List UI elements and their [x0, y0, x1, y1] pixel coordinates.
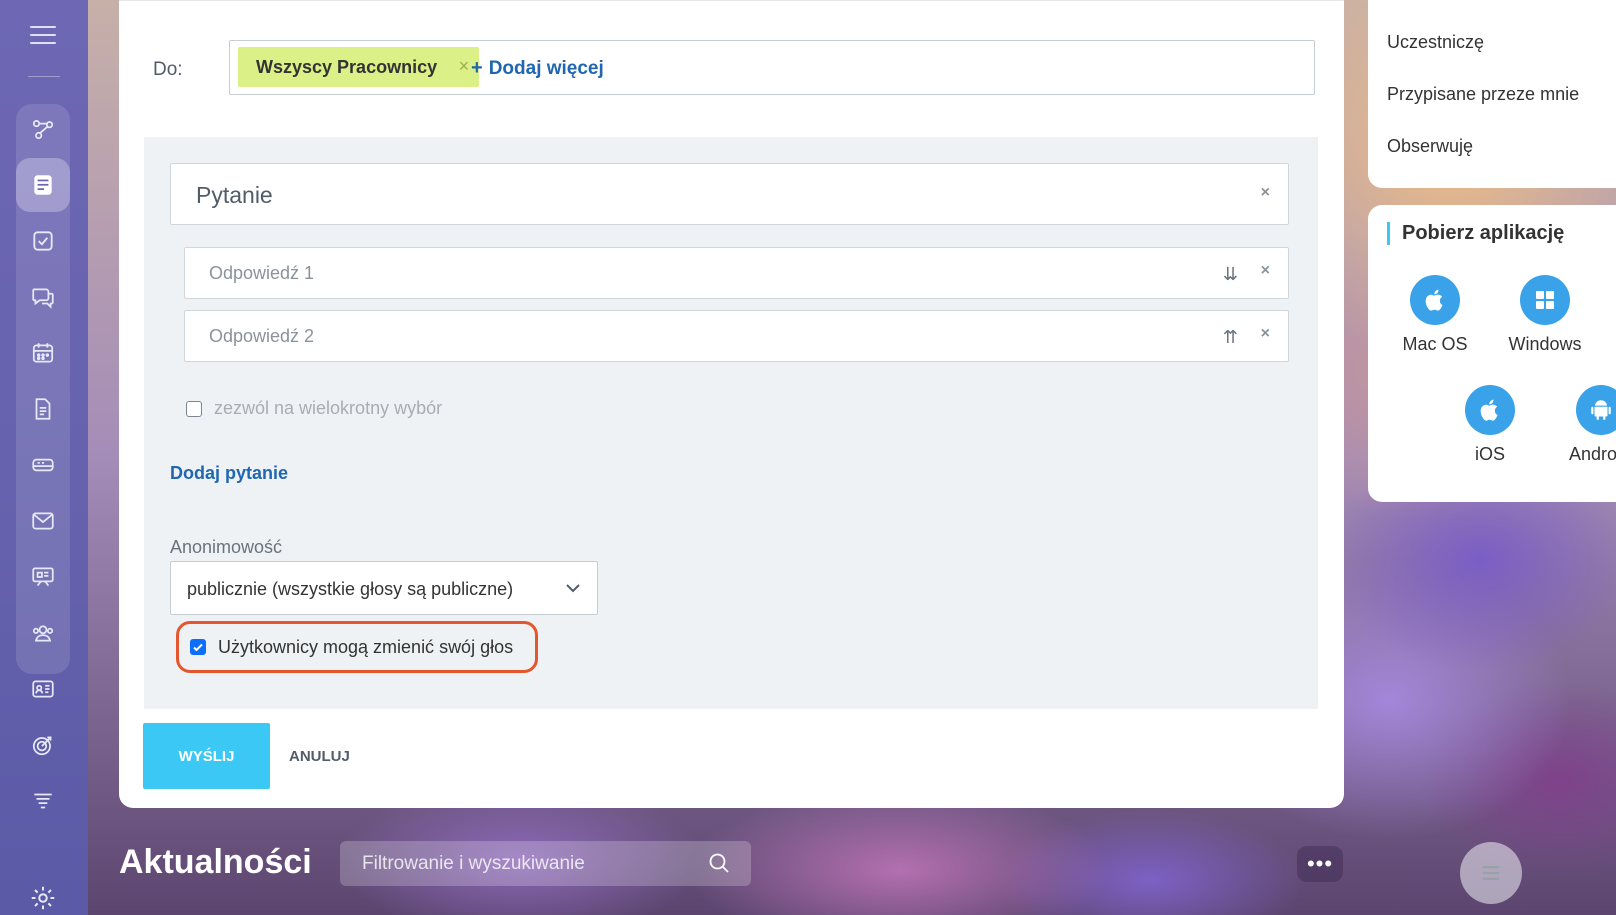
filter-following[interactable]: Obserwuję [1387, 136, 1473, 157]
remove-answer-icon[interactable]: × [1261, 262, 1270, 280]
drive-icon [32, 458, 54, 472]
question-placeholder: Pytanie [196, 182, 273, 208]
anonymity-value: publicznie (wszystkie głosy są publiczne… [187, 579, 514, 599]
app-macos[interactable]: Mac OS [1385, 275, 1485, 355]
poll-editor: Pytanie × Odpowiedź 1 ⇊ × Odpowiedź 2 ⇈ … [144, 137, 1318, 709]
document-icon [35, 398, 51, 420]
checkmark-icon [193, 643, 203, 652]
apps-title: Pobierz aplikację [1387, 222, 1564, 245]
change-vote-checkbox[interactable] [190, 639, 206, 655]
remove-question-icon[interactable]: × [1261, 184, 1270, 202]
task-filters-widget: Uczestniczę Przypisane przeze mnie Obser… [1368, 0, 1616, 188]
chip-remove-icon[interactable]: × [459, 56, 470, 77]
target-icon [32, 736, 52, 756]
search-icon[interactable] [707, 851, 731, 875]
sidebar-item-calendar[interactable] [16, 326, 70, 380]
app-windows[interactable]: Windows [1495, 275, 1595, 355]
more-options-button[interactable]: ••• [1297, 846, 1343, 882]
sidebar-item-board[interactable] [16, 550, 70, 604]
answer-field-1[interactable]: Odpowiedź 1 ⇊ × [184, 247, 1289, 299]
anonymity-select[interactable]: publicznie (wszystkie głosy są publiczne… [170, 561, 598, 615]
apple-icon [1465, 385, 1515, 435]
app-label: iOS [1474, 444, 1505, 464]
add-more-label: Dodaj więcej [488, 58, 604, 79]
recipient-chip[interactable]: Wszyscy Pracownicy × [238, 47, 480, 87]
app-android[interactable]: Android [1551, 385, 1616, 465]
multi-choice-option[interactable]: zezwól na wielokrotny wybór [186, 398, 442, 419]
news-icon [34, 175, 52, 195]
android-icon [1576, 385, 1616, 435]
remove-answer-icon[interactable]: × [1261, 325, 1270, 343]
flow-icon [32, 120, 54, 140]
sidebar-item-mail[interactable] [16, 494, 70, 548]
download-apps-widget: Pobierz aplikację Mac OS Windows iOS And… [1368, 205, 1616, 502]
change-vote-label: Użytkownicy mogą zmienić swój głos [218, 636, 514, 657]
send-button[interactable]: WYŚLIJ [143, 723, 270, 789]
change-vote-option[interactable]: Użytkownicy mogą zmienić swój głos [176, 621, 538, 673]
move-up-icon[interactable]: ⇈ [1223, 327, 1238, 348]
app-ios[interactable]: iOS [1440, 385, 1540, 465]
sidebar-item-docs[interactable] [16, 382, 70, 436]
multi-choice-label: zezwól na wielokrotny wybór [214, 398, 443, 418]
sidebar-item-goals[interactable] [16, 718, 70, 772]
menu-icon[interactable] [30, 26, 56, 48]
plus-icon: + [471, 57, 483, 79]
windows-icon [1520, 275, 1570, 325]
answer-placeholder: Odpowiedź 2 [209, 326, 315, 346]
multi-choice-checkbox[interactable] [186, 400, 202, 417]
mail-icon [32, 512, 54, 530]
recipient-chip-label: Wszyscy Pracownicy [256, 56, 438, 77]
task-check-icon [33, 231, 53, 251]
app-label: Android [1569, 444, 1616, 464]
chat-icon [32, 288, 54, 309]
sidebar-item-crm[interactable] [16, 662, 70, 716]
search-input[interactable] [362, 851, 692, 877]
answer-field-2[interactable]: Odpowiedź 2 ⇈ × [184, 310, 1289, 362]
list-icon [1482, 866, 1500, 880]
presentation-icon [32, 567, 54, 587]
calendar-icon [32, 343, 54, 363]
apple-icon [1410, 275, 1460, 325]
search-box[interactable] [340, 841, 751, 886]
contact-card-icon [32, 680, 54, 698]
sidebar-item-chat[interactable] [16, 270, 70, 324]
sidebar-item-filters[interactable] [16, 774, 70, 828]
feed-menu-button[interactable] [1460, 842, 1522, 904]
anonymity-label: Anonimowość [170, 537, 283, 557]
sidebar-item-employees[interactable] [16, 606, 70, 660]
app-label: Windows [1508, 334, 1582, 354]
cancel-button[interactable]: ANULUJ [289, 748, 350, 765]
answer-placeholder: Odpowiedź 1 [209, 263, 315, 283]
sidebar-item-flow[interactable] [16, 102, 70, 156]
sidebar-item-drive[interactable] [16, 438, 70, 492]
users-icon [32, 625, 54, 642]
question-field[interactable]: Pytanie × [170, 163, 1289, 225]
page-title: Aktualności [119, 843, 312, 881]
move-down-icon[interactable]: ⇊ [1223, 264, 1238, 285]
chevron-down-icon [566, 584, 580, 593]
funnel-stack-icon [34, 793, 52, 809]
app-label: Mac OS [1402, 334, 1468, 354]
left-sidebar [0, 0, 88, 915]
recipients-field[interactable]: Wszyscy Pracownicy × + Dodaj więcej [229, 40, 1315, 95]
poll-form-panel: Do: Wszyscy Pracownicy × + Dodaj więcej P… [119, 0, 1344, 808]
to-label: Do: [153, 59, 183, 80]
sidebar-item-tasks[interactable] [16, 214, 70, 268]
filter-assigned-by-me[interactable]: Przypisane przeze mnie [1387, 84, 1579, 105]
sidebar-divider [28, 76, 60, 77]
add-question-link[interactable]: Dodaj pytanie [170, 463, 288, 484]
gear-icon[interactable] [28, 883, 58, 913]
sidebar-item-news[interactable] [16, 158, 70, 212]
filter-participating[interactable]: Uczestniczę [1387, 32, 1484, 53]
add-more-recipients-link[interactable]: + Dodaj więcej [471, 57, 604, 80]
